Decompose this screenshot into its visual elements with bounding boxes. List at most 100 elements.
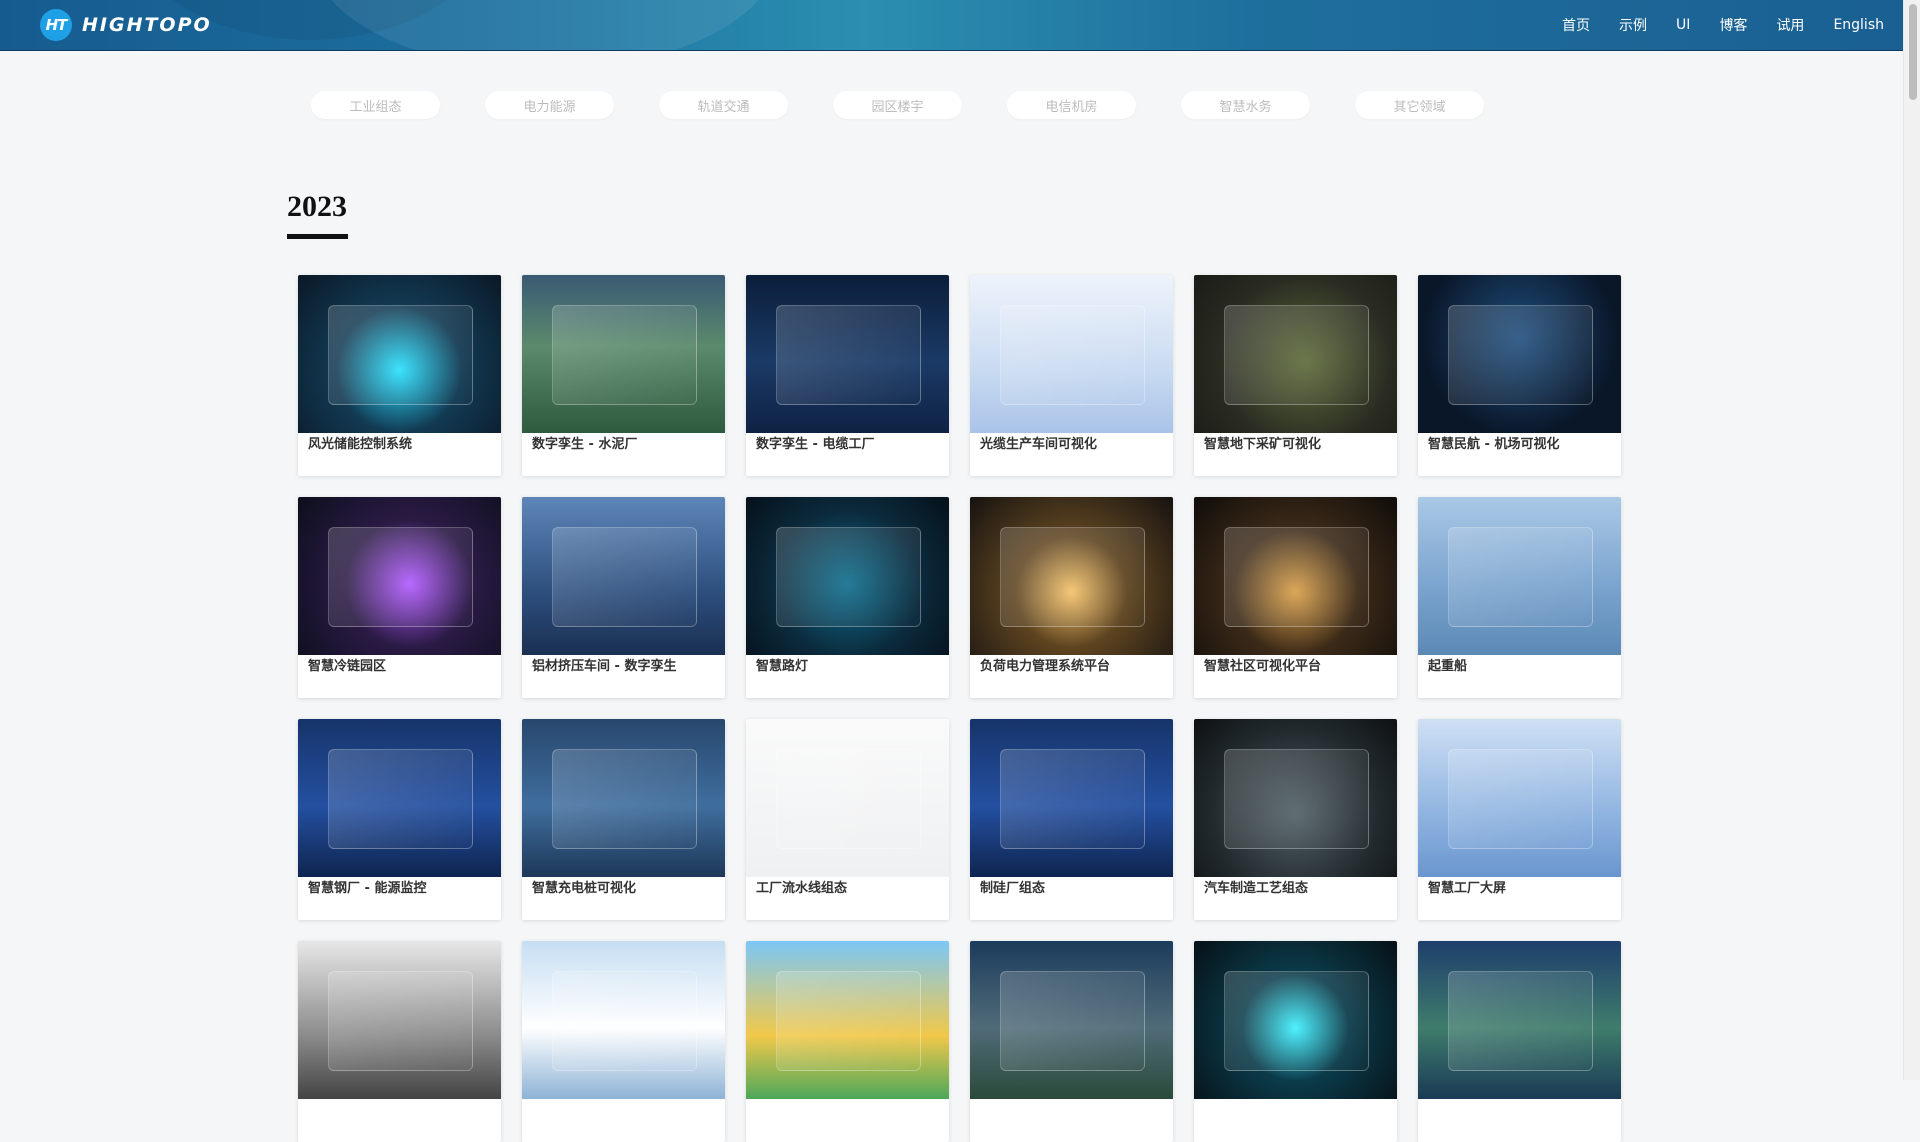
card-title[interactable]: 起重船 — [1418, 655, 1621, 698]
example-card[interactable] — [1418, 941, 1621, 1142]
thumbnail-art-icon — [1448, 971, 1593, 1071]
card-title[interactable]: 数字孪生 - 电缆工厂 — [746, 433, 949, 476]
example-card[interactable]: 铝材挤压车间 - 数字孪生 — [522, 497, 725, 698]
card-thumbnail[interactable] — [298, 275, 501, 433]
nav-english[interactable]: English — [1833, 17, 1884, 33]
example-card[interactable] — [970, 941, 1173, 1142]
card-thumbnail[interactable] — [970, 497, 1173, 655]
card-title[interactable] — [970, 1099, 1173, 1142]
example-card[interactable]: 工厂流水线组态 — [746, 719, 949, 920]
example-card[interactable]: 数字孪生 - 水泥厂 — [522, 275, 725, 476]
card-thumbnail[interactable] — [298, 497, 501, 655]
card-thumbnail[interactable] — [970, 719, 1173, 877]
example-card[interactable]: 智慧充电桩可视化 — [522, 719, 725, 920]
example-card[interactable]: 智慧民航 - 机场可视化 — [1418, 275, 1621, 476]
card-title[interactable]: 智慧工厂大屏 — [1418, 877, 1621, 920]
card-thumbnail[interactable] — [522, 941, 725, 1099]
card-title[interactable]: 智慧地下采矿可视化 — [1194, 433, 1397, 476]
card-title[interactable]: 工厂流水线组态 — [746, 877, 949, 920]
card-title[interactable] — [522, 1099, 725, 1142]
example-card[interactable]: 智慧路灯 — [746, 497, 949, 698]
card-thumbnail[interactable] — [970, 275, 1173, 433]
card-thumbnail[interactable] — [1418, 719, 1621, 877]
card-thumbnail[interactable] — [1418, 497, 1621, 655]
card-thumbnail[interactable] — [1418, 275, 1621, 433]
example-card[interactable] — [298, 941, 501, 1142]
thumbnail-art-icon — [328, 971, 473, 1071]
card-title[interactable]: 制硅厂组态 — [970, 877, 1173, 920]
card-thumbnail[interactable] — [298, 941, 501, 1099]
example-card[interactable]: 起重船 — [1418, 497, 1621, 698]
card-thumbnail[interactable] — [970, 941, 1173, 1099]
card-thumbnail[interactable] — [746, 497, 949, 655]
filter-telecom-room[interactable]: 电信机房 — [1007, 91, 1136, 119]
nav-examples[interactable]: 示例 — [1619, 15, 1647, 35]
thumbnail-art-icon — [552, 305, 697, 405]
card-thumbnail[interactable] — [1194, 275, 1397, 433]
nav-home[interactable]: 首页 — [1562, 15, 1590, 35]
card-title[interactable]: 汽车制造工艺组态 — [1194, 877, 1397, 920]
card-thumbnail[interactable] — [746, 275, 949, 433]
card-title[interactable] — [746, 1099, 949, 1142]
filter-other[interactable]: 其它领域 — [1355, 91, 1484, 119]
card-title[interactable]: 铝材挤压车间 - 数字孪生 — [522, 655, 725, 698]
filter-rail-transit[interactable]: 轨道交通 — [659, 91, 788, 119]
section-year-heading: 2023 — [287, 190, 347, 223]
logo-icon: HT — [40, 9, 72, 41]
example-card[interactable]: 负荷电力管理系统平台 — [970, 497, 1173, 698]
thumbnail-art-icon — [1224, 305, 1369, 405]
example-card[interactable] — [522, 941, 725, 1142]
card-title[interactable]: 智慧民航 - 机场可视化 — [1418, 433, 1621, 476]
example-card[interactable] — [1194, 941, 1397, 1142]
thumbnail-art-icon — [552, 971, 697, 1071]
example-card[interactable]: 制硅厂组态 — [970, 719, 1173, 920]
main-nav: 首页 示例 UI 博客 试用 English — [1533, 0, 1884, 50]
card-thumbnail[interactable] — [522, 497, 725, 655]
card-title[interactable] — [1194, 1099, 1397, 1142]
example-card[interactable]: 智慧钢厂 - 能源监控 — [298, 719, 501, 920]
card-thumbnail[interactable] — [1194, 719, 1397, 877]
scrollbar-thumb[interactable] — [1909, 4, 1917, 100]
card-thumbnail[interactable] — [746, 941, 949, 1099]
card-thumbnail[interactable] — [1418, 941, 1621, 1099]
filter-smart-water[interactable]: 智慧水务 — [1181, 91, 1310, 119]
card-title[interactable]: 光缆生产车间可视化 — [970, 433, 1173, 476]
thumbnail-art-icon — [328, 749, 473, 849]
example-card[interactable]: 智慧社区可视化平台 — [1194, 497, 1397, 698]
site-logo[interactable]: HT HIGHTOPO — [40, 9, 212, 41]
example-card[interactable]: 智慧工厂大屏 — [1418, 719, 1621, 920]
card-title[interactable] — [1418, 1099, 1621, 1142]
card-title[interactable] — [298, 1099, 501, 1142]
card-title[interactable]: 智慧社区可视化平台 — [1194, 655, 1397, 698]
card-thumbnail[interactable] — [298, 719, 501, 877]
card-title[interactable]: 风光储能控制系统 — [298, 433, 501, 476]
example-card[interactable]: 汽车制造工艺组态 — [1194, 719, 1397, 920]
card-thumbnail[interactable] — [746, 719, 949, 877]
example-card[interactable]: 数字孪生 - 电缆工厂 — [746, 275, 949, 476]
thumbnail-art-icon — [776, 527, 921, 627]
card-title[interactable]: 数字孪生 - 水泥厂 — [522, 433, 725, 476]
filter-power-energy[interactable]: 电力能源 — [485, 91, 614, 119]
thumbnail-art-icon — [1000, 749, 1145, 849]
example-card[interactable]: 光缆生产车间可视化 — [970, 275, 1173, 476]
card-title[interactable]: 智慧钢厂 - 能源监控 — [298, 877, 501, 920]
example-card[interactable] — [746, 941, 949, 1142]
card-title[interactable]: 智慧冷链园区 — [298, 655, 501, 698]
card-thumbnail[interactable] — [522, 275, 725, 433]
thumbnail-art-icon — [1000, 971, 1145, 1071]
example-card[interactable]: 智慧地下采矿可视化 — [1194, 275, 1397, 476]
filter-park-building[interactable]: 园区楼宇 — [833, 91, 962, 119]
card-title[interactable]: 智慧充电桩可视化 — [522, 877, 725, 920]
card-title[interactable]: 智慧路灯 — [746, 655, 949, 698]
card-thumbnail[interactable] — [522, 719, 725, 877]
example-card[interactable]: 智慧冷链园区 — [298, 497, 501, 698]
example-card[interactable]: 风光储能控制系统 — [298, 275, 501, 476]
nav-ui[interactable]: UI — [1676, 17, 1690, 33]
card-title[interactable]: 负荷电力管理系统平台 — [970, 655, 1173, 698]
thumbnail-art-icon — [776, 749, 921, 849]
nav-blog[interactable]: 博客 — [1719, 15, 1747, 35]
filter-industrial[interactable]: 工业组态 — [311, 91, 440, 119]
nav-trial[interactable]: 试用 — [1776, 15, 1804, 35]
card-thumbnail[interactable] — [1194, 497, 1397, 655]
card-thumbnail[interactable] — [1194, 941, 1397, 1099]
